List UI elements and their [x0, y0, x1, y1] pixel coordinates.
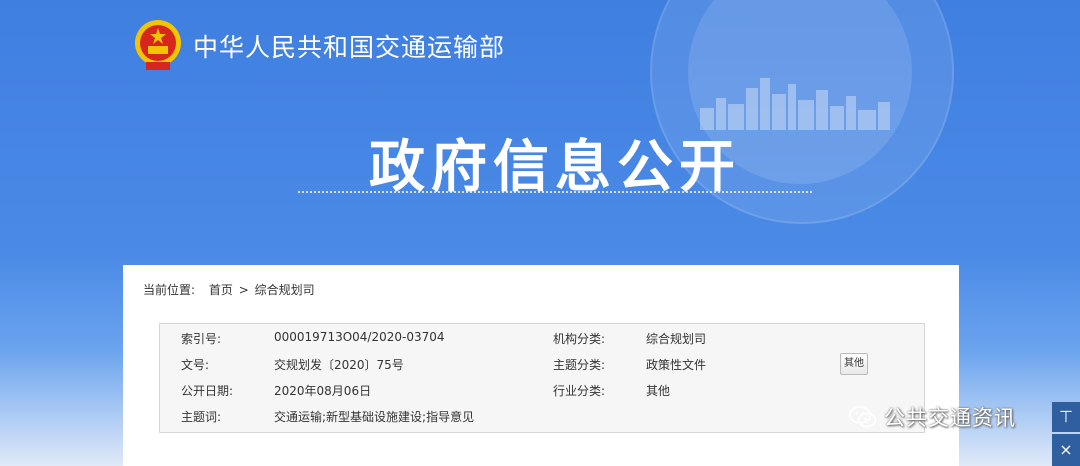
- info-label: 文号:: [181, 358, 210, 372]
- info-label: 行业分类:: [553, 384, 606, 398]
- document-info-box: 索引号: 000019713O04/2020-03704 机构分类: 综合规划司…: [159, 323, 925, 433]
- content-panel: 当前位置: 首页 > 综合规划司 索引号: 000019713O04/2020-…: [123, 265, 959, 466]
- info-row: 索引号: 000019713O04/2020-03704 机构分类: 综合规划司: [160, 324, 924, 350]
- info-value: 综合规划司: [646, 332, 707, 346]
- ministry-name: 中华人民共和国交通运输部: [193, 33, 506, 62]
- back-to-top-button[interactable]: ⊤: [1052, 402, 1080, 432]
- other-button[interactable]: 其他: [840, 353, 868, 375]
- title-underline: [298, 191, 812, 193]
- breadcrumb-label: 当前位置:: [143, 283, 196, 297]
- info-label: 机构分类:: [553, 332, 606, 346]
- info-row: 主题词: 交通运输;新型基础设施建设;指导意见: [160, 402, 924, 428]
- info-value: 000019713O04/2020-03704: [274, 330, 445, 344]
- info-row: 公开日期: 2020年08月06日 行业分类: 其他: [160, 376, 924, 402]
- info-label: 索引号:: [181, 332, 222, 346]
- wechat-icon: [849, 406, 877, 428]
- breadcrumb-separator: >: [238, 283, 249, 297]
- info-value: 交规划发〔2020〕75号: [274, 358, 404, 372]
- info-label: 公开日期:: [181, 384, 234, 398]
- info-value: 政策性文件: [646, 358, 707, 372]
- breadcrumb: 当前位置: 首页 > 综合规划司: [143, 281, 317, 298]
- info-value: 其他: [646, 384, 671, 398]
- close-button[interactable]: ×: [1052, 434, 1080, 466]
- city-skyline-graphic: [700, 78, 890, 130]
- breadcrumb-home-link[interactable]: 首页: [209, 283, 233, 297]
- breadcrumb-current-link[interactable]: 综合规划司: [255, 283, 315, 297]
- info-row: 文号: 交规划发〔2020〕75号 主题分类: 政策性文件: [160, 350, 924, 376]
- info-value: 2020年08月06日: [274, 384, 372, 398]
- info-value: 交通运输;新型基础设施建设;指导意见: [274, 410, 475, 424]
- watermark: 公共交通资讯: [848, 402, 1016, 432]
- info-label: 主题词:: [181, 410, 222, 424]
- info-label: 主题分类:: [553, 358, 606, 372]
- watermark-text: 公共交通资讯: [884, 406, 1016, 430]
- national-emblem-logo: [135, 20, 181, 70]
